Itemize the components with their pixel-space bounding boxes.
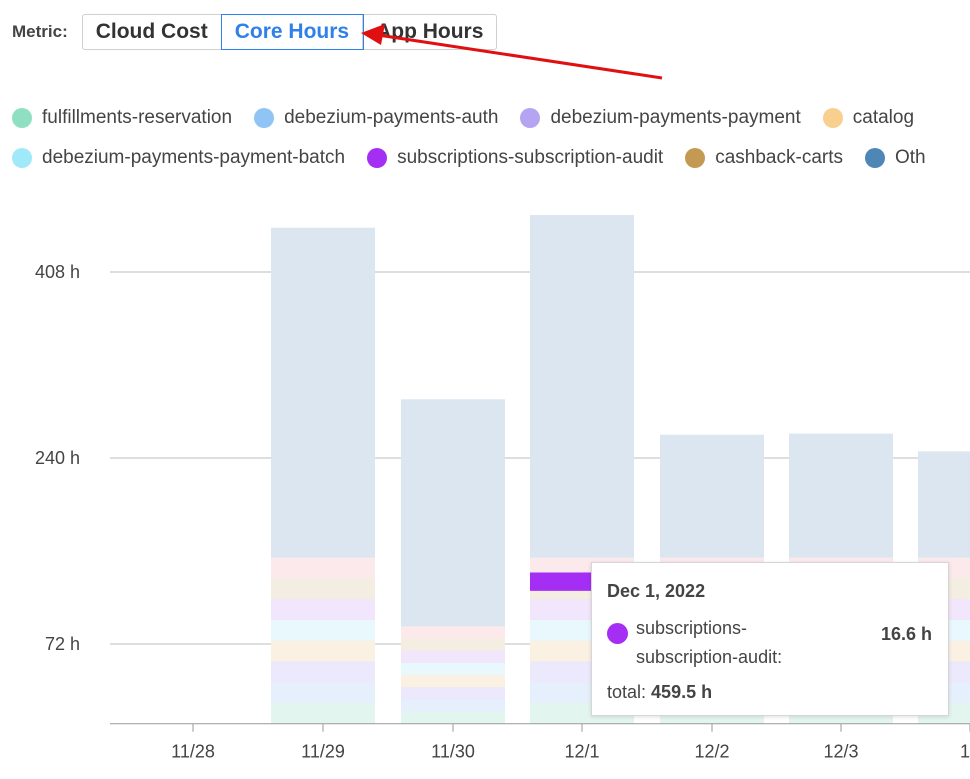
chart-tooltip: Dec 1, 2022 subscriptions-subscription-a… — [591, 562, 949, 716]
legend-item[interactable]: cashback-carts — [685, 147, 843, 169]
tooltip-series-name: subscriptions-subscription-audit: — [636, 618, 783, 667]
x-tick-label: 11/28 — [171, 742, 215, 762]
legend-item[interactable]: debezium-payments-payment — [520, 107, 801, 129]
legend-item[interactable]: subscriptions-subscription-audit — [367, 147, 663, 169]
bar-segment — [271, 702, 375, 724]
tooltip-series-swatch — [607, 623, 628, 644]
legend-label: subscriptions-subscription-audit — [397, 147, 664, 168]
legend-item[interactable]: debezium-payments-payment-batch — [12, 147, 345, 169]
chart-legend: fulfillments-reservation debezium-paymen… — [12, 98, 970, 178]
y-tick-label: 408 h — [35, 262, 80, 282]
legend-swatch — [12, 148, 32, 168]
metric-option-cloud-cost[interactable]: Cloud Cost — [83, 15, 222, 49]
legend-swatch — [520, 108, 541, 128]
tooltip-series-value: 16.6 h — [880, 624, 932, 644]
bar-segment — [401, 662, 505, 675]
bar-segment — [401, 699, 505, 712]
metric-toggle-group: Cloud Cost Core Hours App Hours — [81, 14, 498, 50]
bar-segment — [401, 626, 505, 639]
y-tick-label: 72 h — [45, 634, 80, 654]
bar-segment — [271, 682, 375, 703]
tooltip-total: total: 459.5 h — [607, 682, 932, 703]
bar-segment — [401, 638, 505, 651]
legend-label: cashback-carts — [715, 147, 843, 168]
bar-segment — [271, 640, 375, 662]
legend-label: catalog — [852, 107, 915, 128]
legend-row: debezium-payments-payment-batch subscrip… — [12, 138, 970, 178]
metric-selector: Metric: Cloud Cost Core Hours App Hours — [12, 14, 498, 50]
bar-segment — [271, 578, 375, 600]
bar-segment — [401, 650, 505, 663]
x-tick-label: 11/30 — [431, 742, 475, 762]
legend-item[interactable]: catalog — [822, 107, 915, 129]
tooltip-date: Dec 1, 2022 — [607, 581, 706, 601]
bar-segment — [401, 711, 505, 724]
bar-segment — [271, 599, 375, 620]
legend-item[interactable]: fulfillments-reservation — [12, 107, 232, 129]
legend-swatch — [367, 148, 388, 168]
x-tick-label: 12/2 — [694, 742, 729, 762]
legend-item[interactable]: Oth — [865, 147, 926, 169]
bar-segment — [271, 619, 375, 641]
bar-segment — [271, 557, 375, 579]
legend-swatch — [822, 108, 843, 128]
legend-label: debezium-payments-payment-batch — [42, 147, 346, 168]
x-tick-label: 12/3 — [823, 742, 858, 762]
tooltip-total-value: 459.5 h — [651, 682, 713, 702]
x-tick-label: 11/29 — [301, 742, 345, 762]
bar-segment — [401, 675, 505, 688]
legend-swatch — [685, 148, 706, 168]
bar-segment — [271, 661, 375, 683]
legend-label: Oth — [895, 147, 926, 168]
x-tick-label: 12 — [960, 742, 970, 762]
legend-label: debezium-payments-auth — [284, 107, 499, 128]
legend-swatch — [12, 108, 32, 128]
bar-segment — [401, 687, 505, 700]
legend-row: fulfillments-reservation debezium-paymen… — [12, 98, 970, 138]
tooltip-total-label: total: — [607, 682, 647, 702]
legend-label: fulfillments-reservation — [42, 107, 233, 128]
tooltip-series-row: subscriptions-subscription-audit: 16.6 h — [607, 614, 932, 672]
metric-option-core-hours[interactable]: Core Hours — [220, 14, 365, 50]
x-tick-label: 12/1 — [564, 742, 599, 762]
metric-option-app-hours[interactable]: App Hours — [363, 15, 496, 49]
y-tick-label: 240 h — [35, 448, 80, 468]
legend-item[interactable]: debezium-payments-auth — [254, 107, 498, 129]
legend-swatch — [254, 108, 275, 128]
legend-label: debezium-payments-payment — [550, 107, 801, 128]
metric-label: Metric: — [12, 22, 68, 41]
legend-swatch — [865, 148, 885, 168]
